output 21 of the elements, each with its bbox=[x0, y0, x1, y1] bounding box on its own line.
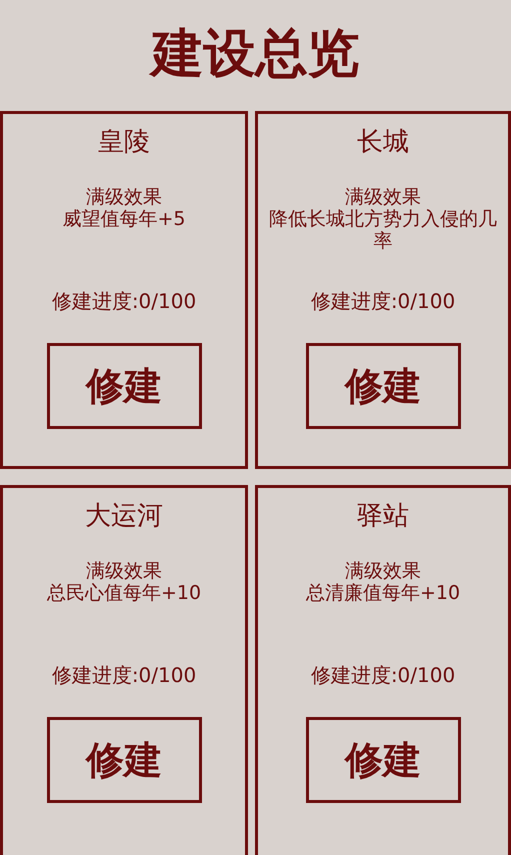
effect-text: 降低长城北方势力入侵的几率 bbox=[268, 208, 498, 252]
build-button[interactable]: 修建 bbox=[46, 343, 202, 429]
build-button[interactable]: 修建 bbox=[306, 343, 460, 429]
progress-text: 修建进度:0/100 bbox=[52, 662, 196, 689]
build-button[interactable]: 修建 bbox=[46, 717, 202, 803]
effect-text: 总清廉值每年+10 bbox=[306, 582, 460, 604]
building-name: 驿站 bbox=[357, 500, 409, 533]
effect-label: 满级效果 bbox=[344, 186, 422, 208]
progress-text: 修建进度:0/100 bbox=[52, 288, 196, 315]
building-name: 长城 bbox=[357, 126, 409, 159]
effect-text: 威望值每年+5 bbox=[62, 208, 186, 230]
effect-text: 总民心值每年+10 bbox=[46, 582, 202, 604]
effect-label: 满级效果 bbox=[344, 560, 422, 582]
effect-label: 满级效果 bbox=[84, 186, 163, 208]
page-title: 建设总览 bbox=[0, 0, 511, 108]
building-name: 大运河 bbox=[85, 500, 163, 533]
progress-text: 修建进度:0/100 bbox=[310, 662, 456, 689]
progress-text: 修建进度:0/100 bbox=[310, 288, 456, 315]
effect-label: 满级效果 bbox=[84, 560, 163, 582]
build-button[interactable]: 修建 bbox=[306, 717, 460, 803]
building-name: 皇陵 bbox=[98, 126, 150, 159]
